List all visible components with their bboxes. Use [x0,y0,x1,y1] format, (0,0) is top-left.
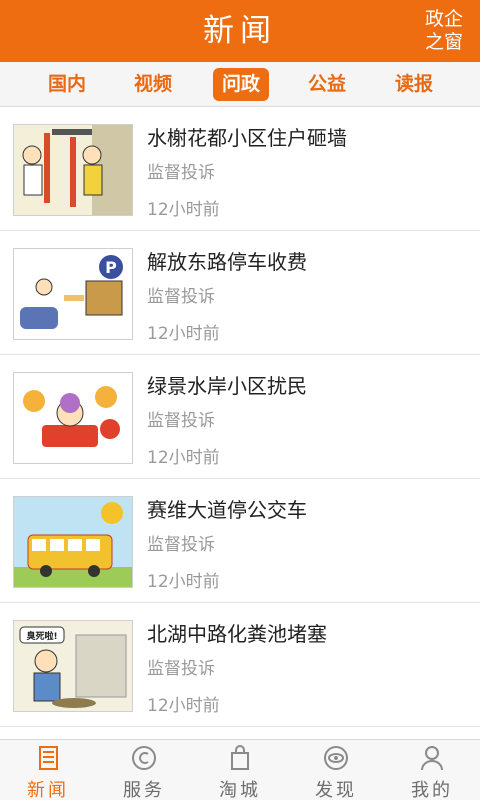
news-thumbnail: P [13,248,133,340]
news-time: 12小时前 [147,696,220,716]
parking-fee-cartoon-icon: P [14,249,132,339]
bus-cartoon-icon [14,497,132,587]
page-title: 新闻 [203,13,277,49]
news-category: 监督投诉 [147,659,215,679]
corner-line-2: 之窗 [424,31,463,53]
news-category: 监督投诉 [147,287,215,307]
nav-service[interactable]: 服务 [96,740,192,800]
nav-news[interactable]: 新闻 [0,740,96,800]
news-item[interactable]: 绿景水岸小区扰民 监督投诉 12小时前 [0,355,480,479]
service-icon [132,746,156,770]
tab-video[interactable]: 视频 [125,68,181,101]
tab-charity[interactable]: 公益 [299,68,355,101]
tab-domestic[interactable]: 国内 [39,68,95,101]
eye-icon [324,746,348,770]
news-item[interactable]: 水榭花都小区住户砸墙 监督投诉 12小时前 [0,107,480,231]
news-item[interactable]: 赛维大道停公交车 监督投诉 12小时前 [0,479,480,603]
nav-mine-label: 我的 [411,780,453,800]
septic-blockage-cartoon-icon: 臭死啦! [14,621,132,711]
nav-news-label: 新闻 [27,780,69,800]
parking-sign-text: P [105,258,117,277]
news-list: 水榭花都小区住户砸墙 监督投诉 12小时前 P 解放东路停车收费 监督投诉 12… [0,107,480,727]
bottom-navigation: 新闻 服务 淘城 发现 我的 [0,739,480,800]
news-thumbnail [13,372,133,464]
thumb-speech-text: 臭死啦! [26,630,57,642]
news-title: 解放东路停车收费 [147,250,307,274]
wall-smashing-cartoon-icon [14,125,132,215]
nav-shopping-label: 淘城 [219,780,261,800]
news-time: 12小时前 [147,324,220,344]
tab-newspaper[interactable]: 读报 [386,68,442,101]
news-thumbnail [13,496,133,588]
nav-shopping[interactable]: 淘城 [192,740,288,800]
news-time: 12小时前 [147,448,220,468]
nav-mine[interactable]: 我的 [384,740,480,800]
news-category: 监督投诉 [147,535,215,555]
news-title: 北湖中路化粪池堵塞 [147,622,327,646]
news-category: 监督投诉 [147,411,215,431]
news-title: 赛维大道停公交车 [147,498,307,522]
news-thumbnail: 臭死啦! [13,620,133,712]
news-item[interactable]: P 解放东路停车收费 监督投诉 12小时前 [0,231,480,355]
news-title: 绿景水岸小区扰民 [147,374,307,398]
news-time: 12小时前 [147,200,220,220]
category-tabs: 国内 视频 问政 公益 读报 [0,62,480,107]
shopping-bag-icon [231,745,249,770]
nav-discover[interactable]: 发现 [288,740,384,800]
newspaper-icon [39,746,58,770]
tab-politics[interactable]: 问政 [213,68,269,101]
noise-disturbance-cartoon-icon [14,373,132,463]
nav-service-label: 服务 [123,780,165,800]
app-header: 新闻 政企 之窗 [0,0,480,62]
nav-discover-label: 发现 [315,780,357,800]
news-time: 12小时前 [147,572,220,592]
gov-enterprise-window-button[interactable]: 政企 之窗 [422,8,466,54]
news-item[interactable]: 臭死啦! 北湖中路化粪池堵塞 监督投诉 12小时前 [0,603,480,727]
news-title: 水榭花都小区住户砸墙 [147,126,347,150]
news-thumbnail [13,124,133,216]
news-category: 监督投诉 [147,163,215,183]
corner-line-1: 政企 [424,8,463,30]
user-icon [421,746,443,771]
